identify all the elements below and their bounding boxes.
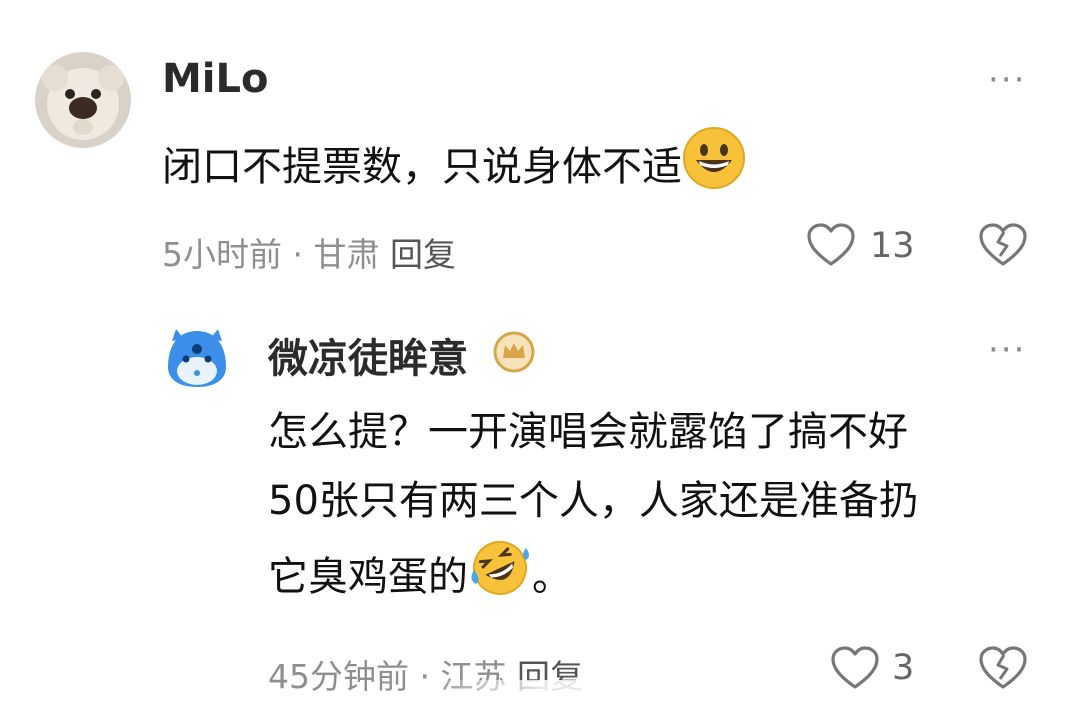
- comment-location: 甘肃: [313, 235, 380, 274]
- grinning-face-emoji: [682, 126, 746, 212]
- dislike-button[interactable]: [978, 645, 1028, 695]
- broken-heart-icon: [979, 223, 1027, 266]
- avatar[interactable]: [35, 52, 131, 148]
- like-button[interactable]: [830, 645, 880, 695]
- like-button[interactable]: [806, 222, 856, 272]
- teddy-bear-avatar-icon: [35, 52, 131, 148]
- comment-content: 闭口不提票数，只说身体不适: [162, 126, 746, 212]
- broken-heart-icon: [979, 646, 1027, 689]
- comment-meta: 5小时前 · 甘肃 回复: [162, 228, 456, 276]
- bottom-fade: [420, 680, 720, 725]
- more-options-button[interactable]: ···: [988, 330, 1026, 370]
- reply-button[interactable]: 回复: [390, 235, 456, 274]
- rolling-on-floor-laughing-emoji: [468, 536, 532, 622]
- comment-content: 怎么提？一开演唱会就露馅了搞不好 50张只有两三个人，人家还是准备扔 它臭鸡蛋的…: [268, 398, 919, 622]
- comment-username[interactable]: MiLo: [162, 56, 268, 102]
- like-count: 13: [870, 226, 915, 266]
- blue-mascot-avatar-icon: [162, 323, 232, 393]
- crown-badge-icon: [492, 330, 536, 378]
- avatar[interactable]: [162, 323, 232, 393]
- like-count: 3: [892, 648, 915, 688]
- heart-icon: [807, 223, 855, 266]
- comment-time: 5小时前: [162, 235, 282, 274]
- heart-icon: [831, 646, 879, 689]
- comment-time: 45分钟前: [268, 657, 409, 696]
- comment-text: 闭口不提票数，只说身体不适: [162, 144, 682, 190]
- meta-separator: ·: [292, 235, 304, 274]
- comment-text-line: 它臭鸡蛋的: [268, 554, 468, 600]
- dislike-button[interactable]: [978, 222, 1028, 272]
- comment-text-tail: 。: [532, 554, 572, 600]
- comment-username[interactable]: 微凉徒眸意: [268, 326, 468, 384]
- comment-text-line: 怎么提？一开演唱会就露馅了搞不好: [268, 409, 908, 455]
- more-options-button[interactable]: ···: [988, 60, 1026, 100]
- comment-text-line: 50张只有两三个人，人家还是准备扔: [268, 478, 919, 524]
